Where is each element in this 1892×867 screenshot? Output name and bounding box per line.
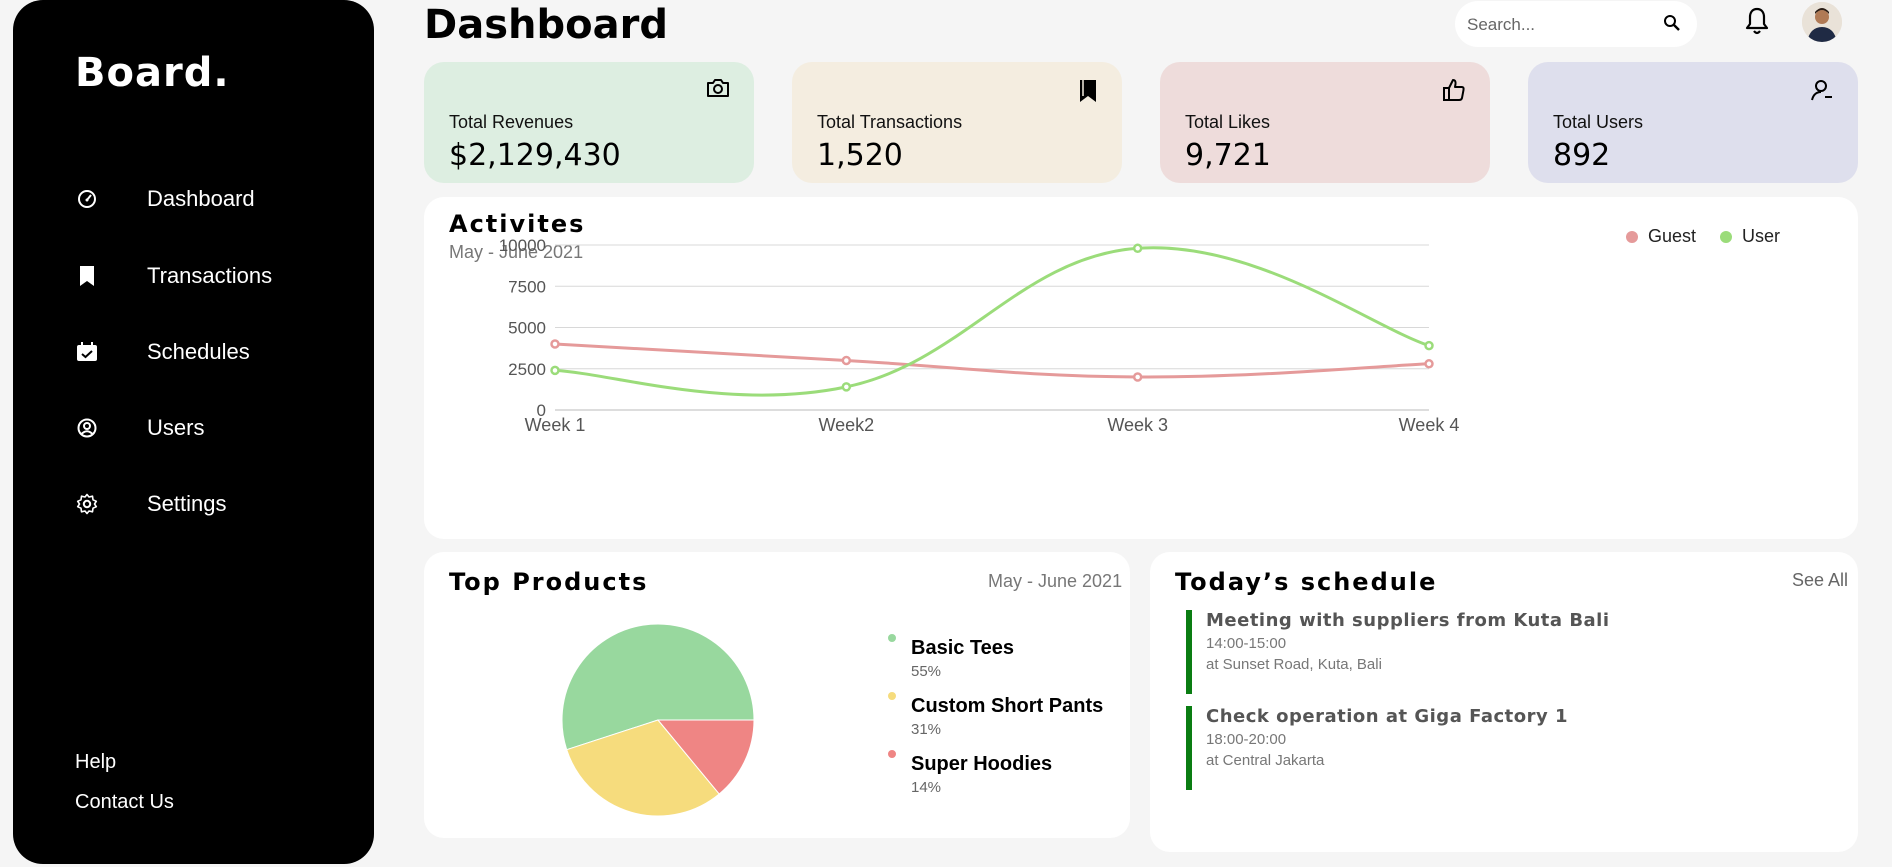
y-tick-label: 10000 bbox=[499, 236, 546, 255]
schedule-item-time: 18:00-20:00 bbox=[1206, 731, 1287, 748]
help-link[interactable]: Help bbox=[75, 751, 116, 774]
data-point-guest[interactable] bbox=[1424, 359, 1434, 369]
gear-icon bbox=[75, 492, 99, 516]
sidebar-item-label: Schedules bbox=[147, 339, 250, 364]
bell-icon[interactable] bbox=[1744, 6, 1770, 41]
card-value: $2,129,430 bbox=[449, 138, 621, 173]
pie-legend-dot bbox=[888, 692, 896, 700]
schedule-item-location: at Sunset Road, Kuta, Bali bbox=[1206, 656, 1382, 673]
x-tick-label: Week 3 bbox=[1107, 415, 1168, 435]
x-tick-label: Week 1 bbox=[525, 415, 586, 435]
y-tick-label: 5000 bbox=[508, 319, 546, 338]
sidebar-item-label: Transactions bbox=[147, 263, 273, 288]
schedule-title: Today’s schedule bbox=[1175, 568, 1438, 596]
sidebar-item-label: Dashboard bbox=[147, 186, 255, 211]
schedule-item[interactable]: Check operation at Giga Factory 1 18:00-… bbox=[1186, 706, 1706, 790]
activities-line-chart: 025005000750010000Week 1 Week2 Week 3 Week … bbox=[499, 236, 1460, 435]
dashboard-gauge-icon bbox=[75, 187, 99, 211]
bookmark-icon bbox=[75, 264, 99, 288]
card-label: Total Transactions bbox=[817, 112, 963, 132]
data-point-user[interactable] bbox=[1132, 243, 1143, 254]
series-line-guest bbox=[554, 342, 1430, 379]
pie-legend-dot bbox=[888, 634, 896, 642]
sidebar-item-settings[interactable]: Settings bbox=[75, 484, 227, 524]
sidebar-item-dashboard[interactable]: Dashboard bbox=[75, 179, 255, 219]
see-all-link[interactable]: See All bbox=[1792, 570, 1848, 591]
card-total-transactions: Total Transactions 1,520 bbox=[792, 62, 1122, 183]
pie-legend-pct: 55% bbox=[911, 663, 942, 680]
schedule-item-title: Meeting with suppliers from Kuta Bali bbox=[1206, 610, 1610, 631]
data-point-user[interactable] bbox=[841, 382, 852, 392]
camera-icon bbox=[706, 78, 730, 103]
x-tick-label: Week2 bbox=[818, 415, 874, 435]
search-box bbox=[1455, 1, 1697, 47]
pie-legend-name: Custom Short Pants bbox=[911, 695, 1104, 717]
y-tick-label: 7500 bbox=[508, 277, 546, 296]
data-point-guest[interactable] bbox=[550, 339, 560, 349]
search-icon[interactable] bbox=[1663, 14, 1681, 37]
pie-legend-name: Super Hoodies bbox=[911, 753, 1053, 775]
search-input[interactable] bbox=[1465, 9, 1659, 41]
sidebar-item-schedules[interactable]: Schedules bbox=[75, 332, 250, 372]
top-products-pie-chart bbox=[561, 623, 755, 817]
pie-legend-dot bbox=[888, 750, 896, 758]
x-tick-label: Week 4 bbox=[1399, 415, 1460, 435]
bookmark-icon bbox=[1078, 78, 1098, 109]
card-total-users: Total Users 892 bbox=[1528, 62, 1858, 183]
card-value: 9,721 bbox=[1185, 138, 1271, 173]
users-icon bbox=[1810, 78, 1834, 107]
schedule-item-title: Check operation at Giga Factory 1 bbox=[1206, 706, 1569, 727]
data-point-user[interactable] bbox=[550, 365, 560, 376]
calendar-check-icon bbox=[75, 340, 99, 364]
schedule-item-time: 14:00-15:00 bbox=[1206, 635, 1287, 652]
sidebar-item-label: Settings bbox=[147, 491, 227, 516]
schedule-item-location: at Central Jakarta bbox=[1206, 752, 1325, 769]
schedule-panel bbox=[1150, 552, 1858, 852]
pie-legend-pct: 31% bbox=[911, 721, 942, 738]
card-total-likes: Total Likes 9,721 bbox=[1160, 62, 1490, 183]
card-label: Total Likes bbox=[1185, 112, 1271, 132]
sidebar-item-label: Users bbox=[147, 415, 205, 440]
card-value: 892 bbox=[1553, 138, 1611, 173]
top-products-title: Top Products bbox=[449, 568, 649, 596]
user-circle-icon bbox=[75, 416, 99, 440]
card-value: 1,520 bbox=[817, 138, 903, 173]
data-point-user[interactable] bbox=[1424, 340, 1434, 351]
avatar[interactable] bbox=[1802, 2, 1842, 42]
page-title: Dashboard bbox=[424, 2, 668, 48]
sidebar-item-transactions[interactable]: Transactions bbox=[75, 256, 272, 296]
thumbs-up-icon bbox=[1442, 78, 1466, 107]
pie-legend-name: Basic Tees bbox=[911, 637, 1015, 659]
schedule-item[interactable]: Meeting with suppliers from Kuta Bali 14… bbox=[1186, 610, 1706, 694]
sidebar-item-users[interactable]: Users bbox=[75, 408, 204, 448]
data-point-guest[interactable] bbox=[841, 355, 852, 366]
y-tick-label: 2500 bbox=[508, 360, 546, 379]
top-products-subtitle: May - June 2021 bbox=[988, 571, 1123, 591]
pie-legend-pct: 14% bbox=[911, 779, 942, 796]
brand-logo: Board. bbox=[75, 50, 230, 96]
card-label: Total Users bbox=[1553, 112, 1644, 132]
card-total-revenues: Total Revenues $2,129,430 bbox=[424, 62, 754, 183]
contact-us-link[interactable]: Contact Us bbox=[75, 791, 174, 814]
card-label: Total Revenues bbox=[449, 112, 574, 132]
sidebar: Board. Dashboard Transactions Schedules … bbox=[13, 0, 374, 864]
data-point-guest[interactable] bbox=[1132, 372, 1143, 382]
